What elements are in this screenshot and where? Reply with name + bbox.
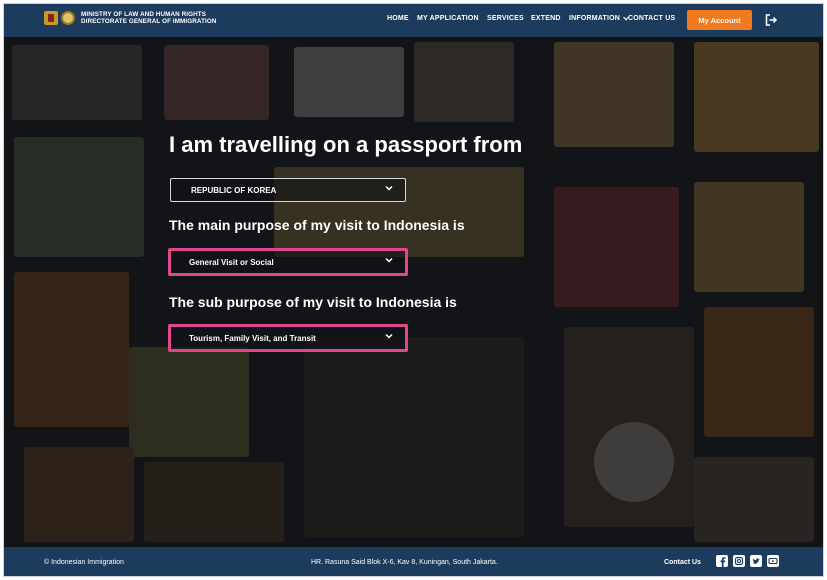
nav-services[interactable]: SERVICES bbox=[487, 15, 524, 22]
footer-address: HR. Rasuna Said Blok X-6, Kav 8, Kuninga… bbox=[311, 559, 498, 566]
logout-icon[interactable] bbox=[764, 13, 778, 27]
nav-information-label: INFORMATION bbox=[569, 15, 621, 22]
instagram-icon[interactable] bbox=[733, 555, 745, 567]
nav-extend[interactable]: EXTEND bbox=[531, 15, 561, 22]
emblem-icon bbox=[44, 11, 58, 25]
nav-home[interactable]: HOME bbox=[387, 15, 409, 22]
nav-information[interactable]: INFORMATION bbox=[569, 15, 630, 22]
passport-country-value: REPUBLIC OF KOREA bbox=[191, 185, 277, 195]
brand-line-2: DIRECTORATE GENERAL OF IMMIGRATION bbox=[81, 18, 217, 25]
purpose-label: The main purpose of my visit to Indonesi… bbox=[169, 217, 465, 233]
main-purpose-select[interactable]: General Visit or Social bbox=[168, 248, 408, 276]
nav-contact-us[interactable]: CONTACT US bbox=[628, 15, 675, 22]
youtube-icon[interactable] bbox=[767, 555, 779, 567]
chevron-down-icon bbox=[385, 184, 393, 192]
sub-purpose-value: Tourism, Family Visit, and Transit bbox=[189, 333, 316, 343]
ministry-logo[interactable]: MINISTRY OF LAW AND HUMAN RIGHTS DIRECTO… bbox=[44, 11, 217, 25]
passport-country-select[interactable]: REPUBLIC OF KOREA bbox=[170, 178, 406, 202]
top-navbar: MINISTRY OF LAW AND HUMAN RIGHTS DIRECTO… bbox=[4, 4, 823, 37]
immigration-seal-icon bbox=[61, 11, 75, 25]
brand-text: MINISTRY OF LAW AND HUMAN RIGHTS DIRECTO… bbox=[81, 11, 217, 25]
footer-contact-link[interactable]: Contact Us bbox=[664, 559, 701, 566]
my-account-button[interactable]: My Account bbox=[687, 10, 752, 30]
brand-line-1: MINISTRY OF LAW AND HUMAN RIGHTS bbox=[81, 11, 207, 18]
footer: © Indonesian Immigration HR. Rasuna Said… bbox=[4, 547, 823, 576]
browser-frame: MINISTRY OF LAW AND HUMAN RIGHTS DIRECTO… bbox=[3, 3, 824, 577]
twitter-icon[interactable] bbox=[750, 555, 762, 567]
nav-my-application[interactable]: MY APPLICATION bbox=[417, 15, 479, 22]
footer-copyright: © Indonesian Immigration bbox=[44, 559, 124, 566]
sub-purpose-label: The sub purpose of my visit to Indonesia… bbox=[169, 294, 457, 310]
page-title: I am travelling on a passport from bbox=[169, 132, 523, 157]
main-purpose-value: General Visit or Social bbox=[189, 257, 274, 267]
hero-section: I am travelling on a passport from REPUB… bbox=[4, 37, 823, 547]
sub-purpose-select[interactable]: Tourism, Family Visit, and Transit bbox=[168, 324, 408, 352]
chevron-down-icon bbox=[385, 332, 393, 340]
chevron-down-icon bbox=[385, 256, 393, 264]
facebook-icon[interactable] bbox=[716, 555, 728, 567]
